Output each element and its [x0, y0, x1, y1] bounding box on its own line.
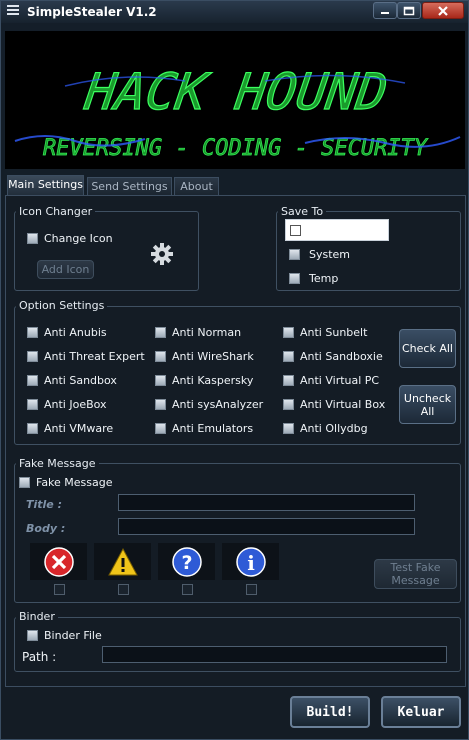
option-label: Anti Ollydbg: [300, 422, 368, 435]
change-icon-checkbox[interactable]: [27, 233, 38, 244]
option-label: Anti Sandboxie: [300, 350, 383, 363]
svg-text:i: i: [247, 551, 255, 575]
option-label: Anti Kaspersky: [172, 374, 254, 387]
binder-path-input[interactable]: [102, 646, 447, 663]
binder-title: Binder: [16, 610, 58, 623]
svg-text:?: ?: [181, 552, 192, 574]
save-to-system-checkbox[interactable]: [289, 249, 300, 260]
option-checkbox[interactable]: [283, 351, 294, 362]
option-label: Anti JoeBox: [44, 398, 107, 411]
check-all-button[interactable]: Check All: [399, 329, 456, 368]
fake-body-label: Body :: [26, 522, 66, 535]
binder-path-label: Path :: [22, 650, 57, 664]
option-label: Anti VMware: [44, 422, 114, 435]
fake-body-input[interactable]: [118, 518, 415, 535]
build-button[interactable]: Build!: [290, 696, 370, 728]
option-checkbox[interactable]: [155, 327, 166, 338]
title-bar[interactable]: SimpleStealer V1.2: [1, 1, 468, 23]
option-label: Anti Sunbelt: [300, 326, 368, 339]
option-checkbox[interactable]: [155, 423, 166, 434]
minimize-button[interactable]: [373, 2, 397, 19]
tab-main-settings[interactable]: Main Settings: [7, 175, 84, 196]
question-icon[interactable]: ?: [158, 543, 215, 580]
option-checkbox[interactable]: [283, 375, 294, 386]
option-checkbox[interactable]: [27, 351, 38, 362]
option-label: Anti Virtual PC: [300, 374, 380, 387]
binder-file-label: Binder File: [44, 629, 102, 642]
maximize-button[interactable]: [397, 2, 421, 19]
option-label: Anti Sandbox: [44, 374, 117, 387]
change-icon-label: Change Icon: [44, 232, 113, 245]
banner-headline: HACK HOUND: [81, 62, 391, 121]
option-checkbox[interactable]: [155, 375, 166, 386]
option-checkbox[interactable]: [155, 351, 166, 362]
tab-send-settings[interactable]: Send Settings: [87, 177, 172, 195]
tab-about[interactable]: About: [174, 177, 219, 195]
test-fake-message-button[interactable]: Test Fake Message: [374, 559, 457, 589]
warning-icon-checkbox[interactable]: [118, 584, 129, 595]
fake-title-label: Title :: [26, 498, 62, 511]
error-icon[interactable]: [30, 543, 87, 580]
app-window: SimpleStealer V1.2 HACK HOUND REVERSING …: [0, 0, 469, 740]
option-checkbox[interactable]: [27, 423, 38, 434]
error-icon-checkbox[interactable]: [54, 584, 65, 595]
save-to-system-label: System: [309, 248, 351, 261]
info-icon-checkbox[interactable]: [246, 584, 257, 595]
option-label: Anti Threat Expert: [44, 350, 145, 363]
option-label: Anti Emulators: [172, 422, 254, 435]
banner-logo: HACK HOUND REVERSING - CODING - SECURITY: [5, 31, 465, 169]
exit-button[interactable]: Keluar: [381, 696, 461, 728]
gear-icon: [150, 242, 174, 269]
save-to-temp-label: Temp: [309, 272, 339, 285]
save-to-title: Save To: [278, 205, 327, 218]
binder-file-checkbox[interactable]: [27, 630, 38, 641]
option-checkbox[interactable]: [283, 327, 294, 338]
option-label: Anti Anubis: [44, 326, 107, 339]
save-to-temp-checkbox[interactable]: [289, 273, 300, 284]
add-icon-button[interactable]: Add Icon: [37, 260, 94, 279]
option-label: Anti Virtual Box: [300, 398, 386, 411]
fake-message-label: Fake Message: [36, 476, 113, 489]
option-label: Anti WireShark: [172, 350, 254, 363]
icon-changer-title: Icon Changer: [16, 205, 96, 218]
info-icon[interactable]: i: [222, 543, 279, 580]
system-menu-icon[interactable]: [7, 5, 19, 17]
option-label: Anti sysAnalyzer: [172, 398, 264, 411]
close-button[interactable]: [422, 2, 464, 19]
question-icon-checkbox[interactable]: [182, 584, 193, 595]
binder-group: [14, 617, 461, 672]
option-checkbox[interactable]: [27, 327, 38, 338]
option-checkbox[interactable]: [27, 375, 38, 386]
warning-icon[interactable]: [94, 543, 151, 580]
save-to-option-1-checkbox[interactable]: [290, 225, 301, 236]
option-checkbox[interactable]: [283, 399, 294, 410]
option-checkbox[interactable]: [283, 423, 294, 434]
option-settings-title: Option Settings: [16, 299, 108, 312]
option-label: Anti Norman: [172, 326, 242, 339]
window-title: SimpleStealer V1.2: [27, 5, 157, 19]
fake-message-title: Fake Message: [16, 457, 99, 470]
option-checkbox[interactable]: [155, 399, 166, 410]
option-checkbox[interactable]: [27, 399, 38, 410]
uncheck-all-button[interactable]: Uncheck All: [399, 385, 456, 424]
fake-title-input[interactable]: [118, 494, 415, 511]
fake-message-checkbox[interactable]: [19, 477, 30, 488]
